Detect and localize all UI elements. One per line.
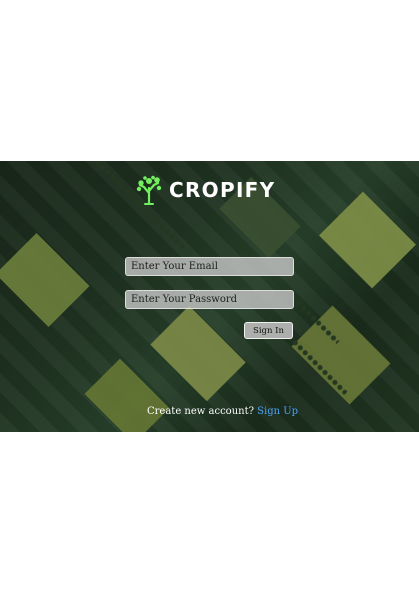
sign-up-link[interactable]: Sign Up — [257, 406, 298, 417]
brand-name: CROPIFY — [169, 178, 276, 202]
tree-icon — [136, 175, 162, 205]
email-field-container[interactable] — [125, 257, 294, 276]
password-field-container[interactable] — [125, 290, 294, 309]
cropify-logo: CROPIFY — [136, 175, 275, 205]
create-account-prompt: Create new account? Sign Up — [147, 406, 298, 417]
farm-field-patch — [84, 358, 170, 432]
sign-in-button[interactable]: Sign In — [244, 322, 293, 339]
create-account-text: Create new account? — [147, 406, 254, 417]
password-input[interactable] — [131, 294, 293, 305]
farm-field-patch — [150, 305, 246, 402]
email-input[interactable] — [131, 261, 293, 272]
farm-field-patch — [0, 232, 90, 328]
farm-field-patch — [319, 191, 416, 289]
